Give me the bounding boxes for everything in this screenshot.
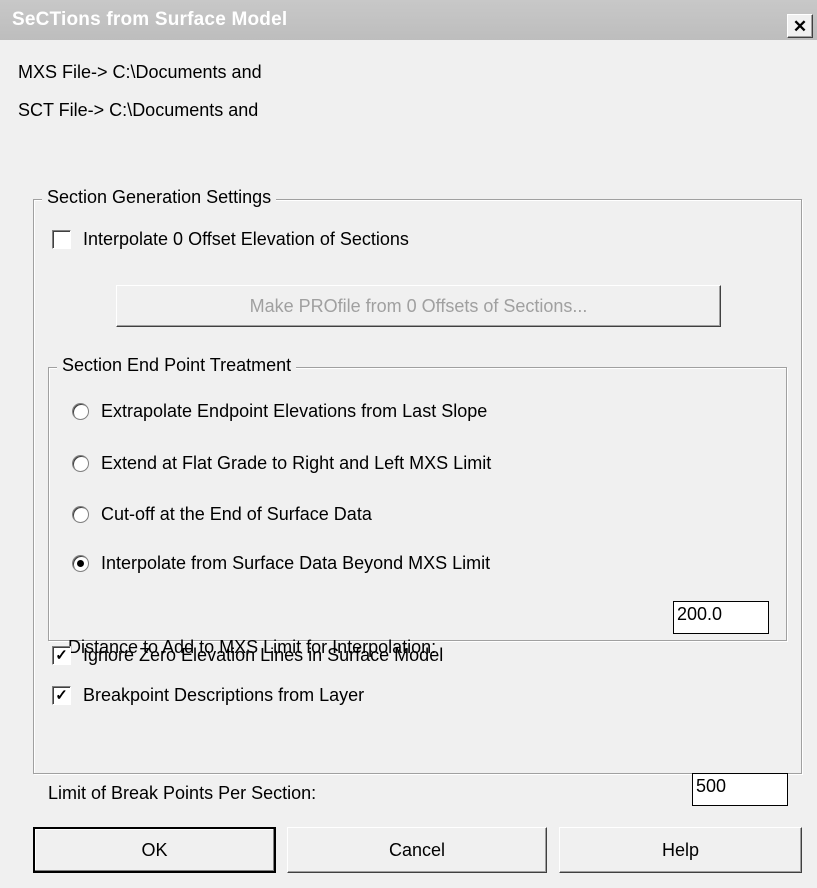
limit-label: Limit of Break Points Per Section: bbox=[48, 783, 317, 803]
endpoint-option-cutoff[interactable]: Cut-off at the End of Surface Data bbox=[72, 504, 372, 525]
interpolate-offset-checkbox-row[interactable]: Interpolate 0 Offset Elevation of Sectio… bbox=[52, 229, 409, 250]
extrapolate-radio[interactable] bbox=[72, 403, 89, 420]
interpolate-beyond-radio[interactable] bbox=[72, 555, 89, 572]
help-button[interactable]: Help bbox=[559, 827, 802, 873]
flat-grade-radio[interactable] bbox=[72, 455, 89, 472]
endpoint-option-flat-grade[interactable]: Extend at Flat Grade to Right and Left M… bbox=[72, 453, 491, 474]
radio-selected-dot bbox=[77, 560, 84, 567]
check-icon: ✓ bbox=[55, 687, 68, 704]
sections-dialog: SeCTions from Surface Model ✕ MXS File->… bbox=[0, 0, 817, 888]
ignore-zero-checkbox-row[interactable]: ✓ Ignore Zero Elevation Lines in Surface… bbox=[52, 645, 443, 666]
endpoint-option-extrapolate[interactable]: Extrapolate Endpoint Elevations from Las… bbox=[72, 401, 487, 422]
endpoint-option-interpolate-beyond[interactable]: Interpolate from Surface Data Beyond MXS… bbox=[72, 553, 490, 574]
help-label: Help bbox=[661, 839, 700, 860]
breakpoint-desc-label: Breakpoint Descriptions from Layer bbox=[83, 685, 365, 705]
breakpoint-desc-checkbox[interactable]: ✓ bbox=[52, 686, 71, 705]
interpolate-offset-label: Interpolate 0 Offset Elevation of Sectio… bbox=[83, 229, 409, 249]
cancel-button[interactable]: Cancel bbox=[287, 827, 547, 873]
interpolate-offset-checkbox[interactable] bbox=[52, 230, 71, 249]
make-profile-label: Make PROfile from 0 Offsets of Sections.… bbox=[249, 295, 588, 316]
limit-input[interactable]: 500 bbox=[692, 773, 788, 806]
interpolate-beyond-label: Interpolate from Surface Data Beyond MXS… bbox=[101, 553, 491, 573]
check-icon: ✓ bbox=[55, 647, 68, 664]
ignore-zero-checkbox[interactable]: ✓ bbox=[52, 646, 71, 665]
cutoff-radio[interactable] bbox=[72, 506, 89, 523]
breakpoint-desc-checkbox-row[interactable]: ✓ Breakpoint Descriptions from Layer bbox=[52, 685, 364, 706]
window-title: SeCTions from Surface Model bbox=[12, 9, 288, 30]
title-bar[interactable]: SeCTions from Surface Model ✕ bbox=[0, 0, 817, 40]
cancel-label: Cancel bbox=[388, 839, 446, 860]
extrapolate-label: Extrapolate Endpoint Elevations from Las… bbox=[101, 401, 488, 421]
make-profile-button[interactable]: Make PROfile from 0 Offsets of Sections.… bbox=[116, 285, 721, 327]
flat-grade-label: Extend at Flat Grade to Right and Left M… bbox=[101, 453, 492, 473]
sct-file-label: SCT File-> C:\Documents and bbox=[18, 100, 259, 120]
mxs-file-label: MXS File-> C:\Documents and bbox=[18, 62, 262, 82]
end-point-treatment-legend: Section End Point Treatment bbox=[57, 355, 297, 376]
close-button[interactable]: ✕ bbox=[787, 14, 813, 38]
limit-label-row: Limit of Break Points Per Section: bbox=[48, 783, 316, 804]
ok-label: OK bbox=[141, 839, 168, 860]
ignore-zero-label: Ignore Zero Elevation Lines in Surface M… bbox=[83, 645, 444, 665]
close-icon: ✕ bbox=[792, 16, 808, 36]
section-generation-legend: Section Generation Settings bbox=[42, 187, 277, 208]
ok-button[interactable]: OK bbox=[33, 827, 276, 873]
distance-input[interactable]: 200.0 bbox=[673, 601, 769, 634]
cutoff-label: Cut-off at the End of Surface Data bbox=[101, 504, 372, 524]
